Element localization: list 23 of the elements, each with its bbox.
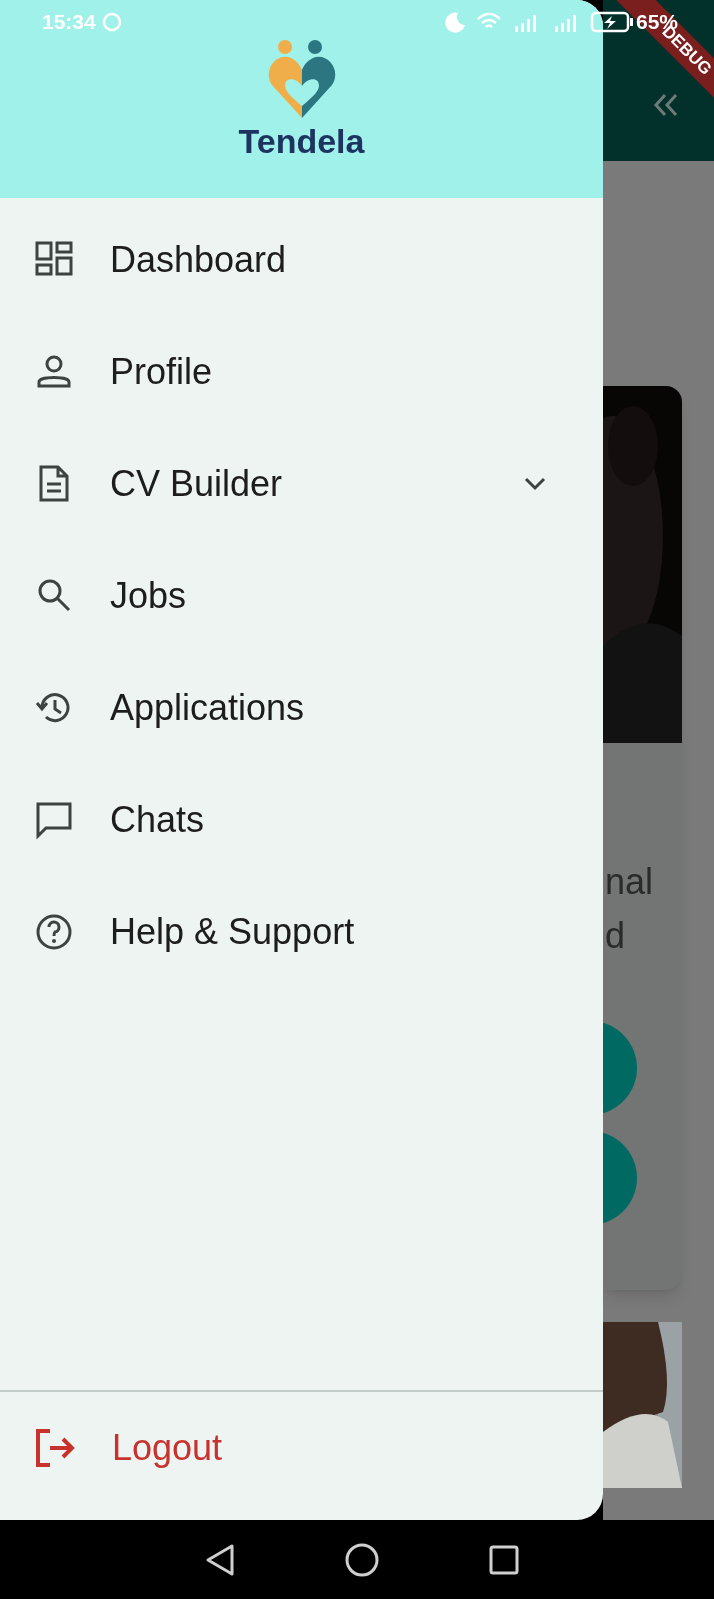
menu-item[interactable]: CV Builder [0,428,603,540]
battery-icon [589,11,634,33]
logout-icon [34,1428,76,1468]
menu-item[interactable]: Dashboard [0,204,603,316]
notification-icon [101,12,122,32]
logout-item[interactable]: Logout [0,1392,603,1504]
menu-item[interactable]: Profile [0,316,603,428]
chat-icon [34,800,74,840]
home-icon[interactable] [345,1542,379,1577]
menu-item[interactable]: Jobs [0,540,603,652]
card-text: nal [605,860,655,904]
app-name: Tendela [238,124,365,158]
menu-item[interactable]: Help & Support [0,876,603,988]
help-icon [34,912,74,952]
back-icon[interactable] [205,1542,235,1577]
card-text: d [605,914,627,958]
menu-item[interactable]: Chats [0,764,603,876]
menu-item[interactable]: Applications [0,652,603,764]
moon-icon [443,11,466,33]
collapse-icon[interactable] [653,93,679,117]
logo-icon [266,40,337,120]
status-time: 15:34 [42,9,96,36]
recents-icon[interactable] [489,1544,519,1575]
